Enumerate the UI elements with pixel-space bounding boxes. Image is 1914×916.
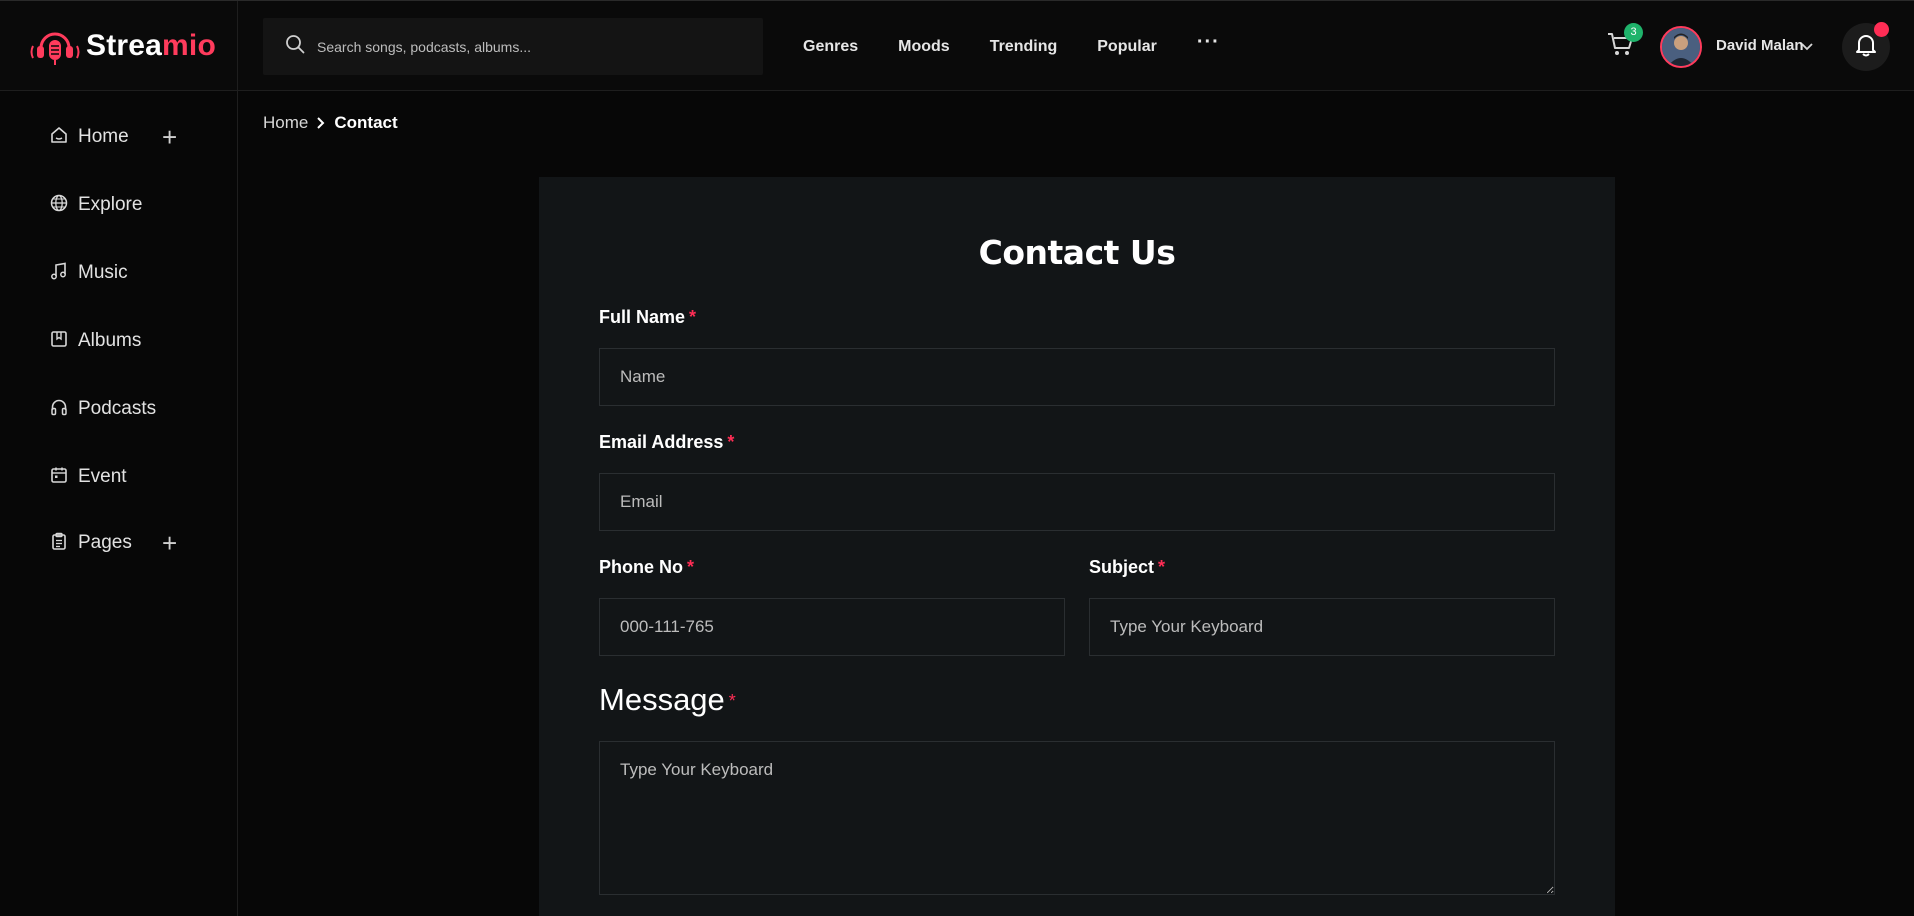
avatar[interactable] (1660, 26, 1702, 68)
chevron-right-icon (316, 116, 326, 130)
subject-field[interactable] (1089, 598, 1555, 656)
sidebar-item-label: Home (78, 126, 129, 147)
bell-icon (1855, 33, 1877, 62)
globe-icon (50, 194, 68, 217)
cart-count-badge: 3 (1624, 23, 1643, 42)
breadcrumb-current: Contact (334, 113, 398, 132)
music-note-icon (50, 262, 68, 285)
expand-pages-icon[interactable]: + (162, 530, 177, 556)
clipboard-icon (50, 532, 68, 555)
sidebar-item-label: Albums (78, 330, 142, 351)
email-label: Email Address * (599, 432, 735, 452)
message-textarea[interactable] (599, 741, 1555, 895)
search-bar (263, 18, 763, 75)
sidebar-item-label: Explore (78, 194, 143, 215)
full-name-field[interactable] (599, 348, 1555, 406)
sidebar-item-event[interactable]: Event (50, 462, 127, 492)
search-icon[interactable] (285, 34, 305, 59)
nav-popular[interactable]: Popular (1097, 38, 1157, 56)
chevron-down-icon[interactable] (1800, 39, 1814, 57)
top-header: Streamio Genres Moods Trending Popular ·… (0, 0, 1914, 91)
nav-trending[interactable]: Trending (990, 38, 1058, 56)
notification-dot (1874, 22, 1889, 37)
sidebar-item-label: Podcasts (78, 398, 157, 419)
sidebar-item-albums[interactable]: Albums (50, 326, 141, 356)
user-name[interactable]: David Malan (1716, 37, 1804, 54)
headphones-icon (50, 398, 68, 421)
more-menu-icon[interactable]: ··· (1197, 31, 1220, 54)
sidebar-item-home[interactable]: Home (50, 122, 129, 152)
expand-home-icon[interactable]: + (162, 124, 177, 150)
breadcrumb-home[interactable]: Home (263, 113, 308, 133)
contact-form-card: Contact Us Full Name* Email Address* Pho… (539, 177, 1615, 916)
breadcrumb: Home Contact (263, 113, 398, 133)
full-name-label: Full Name * (599, 307, 697, 327)
sidebar-item-label: Pages (78, 532, 132, 553)
sidebar-item-explore[interactable]: Explore (50, 190, 142, 220)
sidebar-item-label: Event (78, 466, 127, 487)
logo[interactable]: Streamio (0, 1, 238, 91)
sidebar-item-music[interactable]: Music (50, 258, 128, 288)
headphones-mic-logo-icon (28, 24, 82, 68)
sidebar-item-pages[interactable]: Pages (50, 528, 132, 558)
nav-moods[interactable]: Moods (898, 38, 950, 56)
sidebar: Home + Explore Music Albums Podcasts Eve… (0, 91, 238, 916)
cart-icon (1606, 33, 1636, 63)
notifications-button[interactable] (1842, 22, 1890, 71)
nav-genres[interactable]: Genres (803, 38, 858, 56)
calendar-icon (50, 466, 68, 489)
brand-name: Streamio (86, 29, 216, 62)
cart-button[interactable]: 3 (1606, 23, 1643, 63)
sidebar-item-podcasts[interactable]: Podcasts (50, 394, 156, 424)
top-nav: Genres Moods Trending Popular ··· (803, 1, 1260, 92)
album-icon (50, 330, 68, 353)
page-title: Contact Us (978, 233, 1176, 272)
phone-label: Phone No * (599, 557, 695, 577)
subject-label: Subject * (1089, 557, 1166, 577)
phone-field[interactable] (599, 598, 1065, 656)
message-label: Message * (599, 682, 736, 717)
email-field[interactable] (599, 473, 1555, 531)
home-icon (50, 126, 68, 149)
sidebar-item-label: Music (78, 262, 128, 283)
search-input[interactable] (317, 38, 737, 55)
